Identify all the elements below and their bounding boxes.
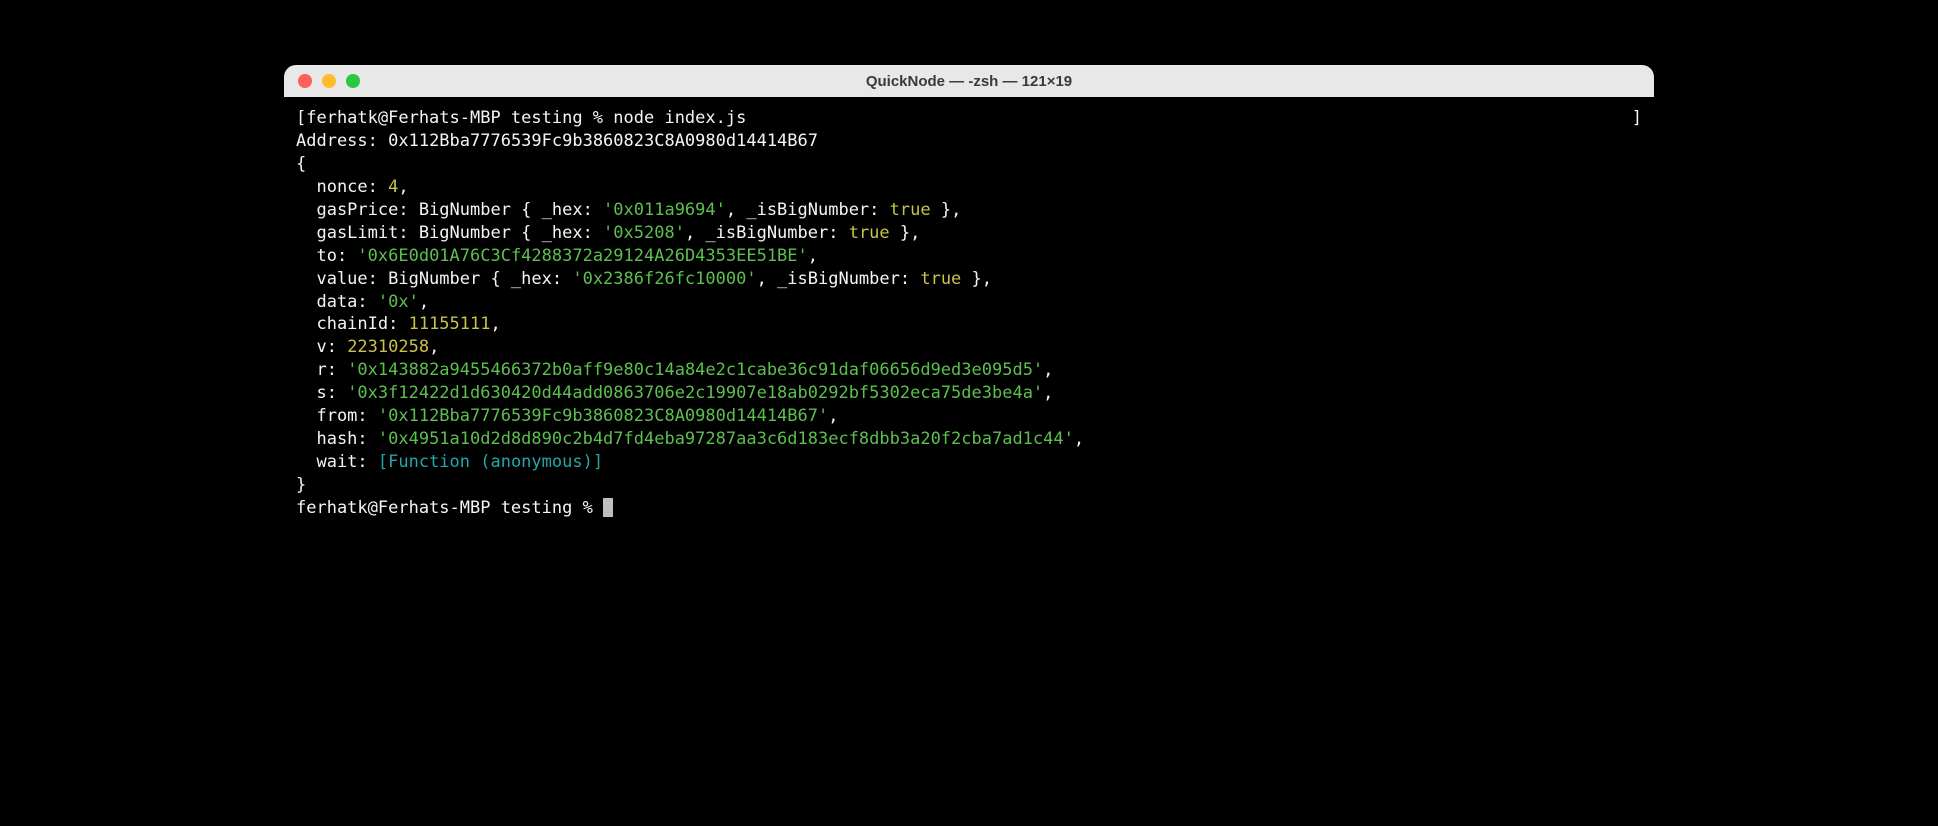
data-key: data: xyxy=(296,292,378,312)
minimize-icon[interactable] xyxy=(322,74,336,88)
bignum-suffix: }, xyxy=(890,223,921,243)
comma: , xyxy=(429,337,439,357)
v-key: v: xyxy=(296,337,347,357)
chainid-value: 11155111 xyxy=(409,314,491,334)
close-icon[interactable] xyxy=(298,74,312,88)
traffic-lights xyxy=(298,74,360,88)
value-hex: '0x2386f26fc10000' xyxy=(572,269,756,289)
to-key: to: xyxy=(296,246,357,266)
hash-value: '0x4951a10d2d8d890c2b4d7fd4eba97287aa3c6… xyxy=(378,429,1074,449)
prompt-prefix: [ferhatk@Ferhats-MBP testing % xyxy=(296,108,613,128)
chainid-key: chainId: xyxy=(296,314,409,334)
comma: , xyxy=(1074,429,1084,449)
gas-price-key: gasPrice: BigNumber { _hex: xyxy=(296,200,603,220)
window-title: QuickNode — -zsh — 121×19 xyxy=(284,73,1654,90)
is-bignum-key: , _isBigNumber: xyxy=(685,223,849,243)
open-brace: { xyxy=(296,153,1642,176)
nonce-key: nonce: xyxy=(296,177,388,197)
true-value: true xyxy=(920,269,961,289)
address-value: 0x112Bba7776539Fc9b3860823C8A0980d14414B… xyxy=(388,131,818,151)
s-value: '0x3f12422d1d630420d44add0863706e2c19907… xyxy=(347,383,1043,403)
gas-limit-key: gasLimit: BigNumber { _hex: xyxy=(296,223,603,243)
from-value: '0x112Bba7776539Fc9b3860823C8A0980d14414… xyxy=(378,406,828,426)
gas-price-hex: '0x011a9694' xyxy=(603,200,726,220)
cursor-icon xyxy=(603,498,613,517)
from-key: from: xyxy=(296,406,378,426)
bignum-suffix: }, xyxy=(961,269,992,289)
true-value: true xyxy=(890,200,931,220)
terminal-body[interactable]: [ferhatk@Ferhats-MBP testing % node inde… xyxy=(284,97,1654,544)
wait-value: [Function (anonymous)] xyxy=(378,452,603,472)
comma: , xyxy=(419,292,429,312)
comma: , xyxy=(808,246,818,266)
prompt-line: [ferhatk@Ferhats-MBP testing % node inde… xyxy=(296,107,746,130)
is-bignum-key: , _isBigNumber: xyxy=(757,269,921,289)
s-key: s: xyxy=(296,383,347,403)
hash-key: hash: xyxy=(296,429,378,449)
address-label: Address: xyxy=(296,131,388,151)
title-bar: QuickNode — -zsh — 121×19 xyxy=(284,65,1654,97)
r-key: r: xyxy=(296,360,347,380)
v-value: 22310258 xyxy=(347,337,429,357)
is-bignum-key: , _isBigNumber: xyxy=(726,200,890,220)
value-key: value: BigNumber { _hex: xyxy=(296,269,572,289)
nonce-value: 4 xyxy=(388,177,398,197)
maximize-icon[interactable] xyxy=(346,74,360,88)
data-value: '0x' xyxy=(378,292,419,312)
command-text: node index.js xyxy=(613,108,746,128)
bignum-suffix: }, xyxy=(931,200,962,220)
wait-key: wait: xyxy=(296,452,378,472)
gas-limit-hex: '0x5208' xyxy=(603,223,685,243)
to-value: '0x6E0d01A76C3Cf4288372a29124A26D4353EE5… xyxy=(357,246,807,266)
comma: , xyxy=(398,177,408,197)
comma: , xyxy=(490,314,500,334)
comma: , xyxy=(828,406,838,426)
terminal-window: QuickNode — -zsh — 121×19 [ferhatk@Ferha… xyxy=(284,65,1654,544)
bracket-right: ] xyxy=(1632,107,1642,130)
close-brace: } xyxy=(296,474,1642,497)
true-value: true xyxy=(849,223,890,243)
comma: , xyxy=(1043,383,1053,403)
r-value: '0x143882a9455466372b0aff9e80c14a84e2c1c… xyxy=(347,360,1043,380)
prompt-line-2: ferhatk@Ferhats-MBP testing % xyxy=(296,498,603,518)
comma: , xyxy=(1043,360,1053,380)
